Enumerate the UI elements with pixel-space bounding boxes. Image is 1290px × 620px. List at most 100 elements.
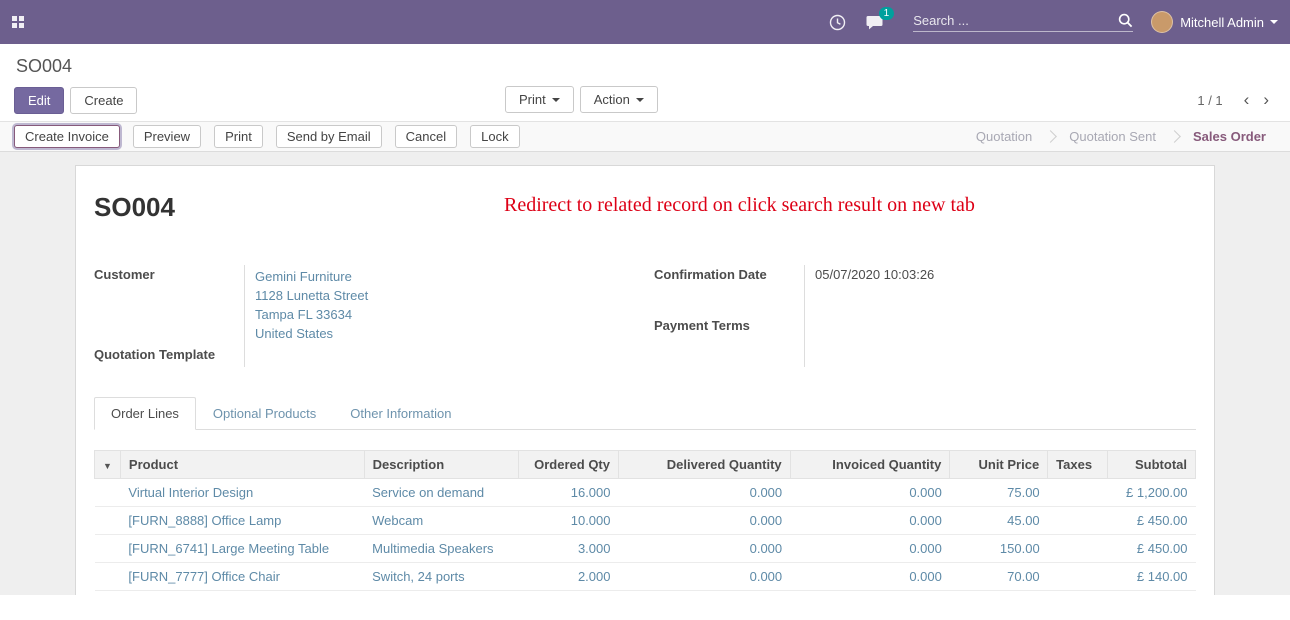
cell-product[interactable]: [FURN_7777] Office Chair (120, 563, 364, 591)
cell-taxes[interactable] (1048, 479, 1108, 507)
cell-product[interactable]: [FURN_6741] Large Meeting Table (120, 535, 364, 563)
notebook-tabs: Order Lines Optional Products Other Info… (94, 397, 1196, 430)
print-dropdown-button[interactable]: Print (505, 86, 574, 113)
user-name: Mitchell Admin (1180, 15, 1264, 30)
cell-invoiced_qty[interactable]: 0.000 (790, 479, 950, 507)
create-invoice-button[interactable]: Create Invoice (14, 125, 120, 148)
customer-street[interactable]: 1128 Lunetta Street (255, 286, 636, 305)
cell-delivered_qty[interactable]: 0.000 (619, 479, 791, 507)
order-line-row[interactable]: [FURN_6741] Large Meeting TableMultimedi… (95, 535, 1196, 563)
print-button[interactable]: Print (214, 125, 263, 148)
header-subtotal[interactable]: Subtotal (1108, 451, 1196, 479)
customer-name-link[interactable]: Gemini Furniture (255, 267, 636, 286)
cell-taxes[interactable] (1048, 507, 1108, 535)
order-line-row[interactable]: [FURN_7777] Office ChairSwitch, 24 ports… (95, 563, 1196, 591)
confirmation-date-value: 05/07/2020 10:03:26 (804, 265, 1196, 316)
quotation-template-value[interactable] (244, 345, 636, 367)
create-button[interactable]: Create (70, 87, 137, 114)
status-quotation[interactable]: Quotation (960, 129, 1048, 144)
cell-product[interactable]: Virtual Interior Design (120, 479, 364, 507)
customer-city[interactable]: Tampa FL 33634 (255, 305, 636, 324)
cell-subtotal[interactable]: £ 450.00 (1108, 507, 1196, 535)
apps-menu-icon[interactable] (12, 16, 24, 28)
messages-icon[interactable]: 1 (866, 14, 885, 31)
preview-button[interactable]: Preview (133, 125, 201, 148)
status-sales-order[interactable]: Sales Order (1177, 129, 1282, 144)
cell-subtotal[interactable]: £ 1,200.00 (1108, 479, 1196, 507)
global-search (913, 13, 1133, 32)
cell-product[interactable]: [FURN_8888] Office Lamp (120, 507, 364, 535)
payment-terms-value[interactable] (804, 316, 1196, 367)
cell-taxes[interactable] (1048, 535, 1108, 563)
cell-ordered_qty[interactable]: 2.000 (519, 563, 619, 591)
table-header-row: ▼ Product Description Ordered Qty Delive… (95, 451, 1196, 479)
cell-ordered_qty[interactable]: 16.000 (519, 479, 619, 507)
row-handle (95, 535, 121, 563)
cell-ordered_qty[interactable]: 3.000 (519, 535, 619, 563)
search-input[interactable] (913, 13, 1118, 28)
annotation-text: Redirect to related record on click sear… (504, 194, 975, 217)
print-label: Print (519, 92, 546, 107)
header-delivered-qty[interactable]: Delivered Quantity (619, 451, 791, 479)
order-line-row[interactable]: Virtual Interior DesignService on demand… (95, 479, 1196, 507)
header-ordered-qty[interactable]: Ordered Qty (519, 451, 619, 479)
cell-ordered_qty[interactable]: 10.000 (519, 507, 619, 535)
field-group-left: Customer Gemini Furniture 1128 Lunetta S… (94, 265, 636, 367)
order-lines-body: Virtual Interior DesignService on demand… (95, 479, 1196, 591)
content-area: SO004 Redirect to related record on clic… (0, 152, 1290, 595)
cell-subtotal[interactable]: £ 140.00 (1108, 563, 1196, 591)
field-group-right: Confirmation Date 05/07/2020 10:03:26 Pa… (654, 265, 1196, 367)
pager-previous-button[interactable]: ‹ (1237, 90, 1257, 110)
cell-delivered_qty[interactable]: 0.000 (619, 535, 791, 563)
cell-subtotal[interactable]: £ 450.00 (1108, 535, 1196, 563)
cell-delivered_qty[interactable]: 0.000 (619, 507, 791, 535)
cell-unit_price[interactable]: 70.00 (950, 563, 1048, 591)
messages-badge: 1 (879, 7, 895, 20)
header-product[interactable]: Product (120, 451, 364, 479)
chevron-down-icon (1270, 20, 1278, 24)
customer-value: Gemini Furniture 1128 Lunetta Street Tam… (244, 265, 636, 345)
pager-next-button[interactable]: › (1256, 90, 1276, 110)
header-unit-price[interactable]: Unit Price (950, 451, 1048, 479)
customer-country[interactable]: United States (255, 324, 636, 343)
cell-invoiced_qty[interactable]: 0.000 (790, 507, 950, 535)
tab-other-information[interactable]: Other Information (333, 397, 468, 430)
cell-unit_price[interactable]: 45.00 (950, 507, 1048, 535)
quotation-template-label: Quotation Template (94, 345, 244, 367)
cell-unit_price[interactable]: 150.00 (950, 535, 1048, 563)
field-groups: Customer Gemini Furniture 1128 Lunetta S… (94, 265, 1196, 367)
cell-description[interactable]: Service on demand (364, 479, 518, 507)
center-actions: Print Action (505, 86, 658, 113)
pager-count: 1 / 1 (1197, 93, 1222, 108)
cancel-button[interactable]: Cancel (395, 125, 457, 148)
user-menu[interactable]: Mitchell Admin (1151, 11, 1278, 33)
cell-description[interactable]: Multimedia Speakers (364, 535, 518, 563)
row-handle (95, 507, 121, 535)
cell-description[interactable]: Webcam (364, 507, 518, 535)
edit-button[interactable]: Edit (14, 87, 64, 114)
tab-optional-products[interactable]: Optional Products (196, 397, 333, 430)
cell-invoiced_qty[interactable]: 0.000 (790, 535, 950, 563)
user-avatar (1151, 11, 1173, 33)
breadcrumb[interactable]: SO004 (16, 56, 72, 76)
header-invoiced-qty[interactable]: Invoiced Quantity (790, 451, 950, 479)
lock-button[interactable]: Lock (470, 125, 519, 148)
send-by-email-button[interactable]: Send by Email (276, 125, 382, 148)
cell-taxes[interactable] (1048, 563, 1108, 591)
cell-description[interactable]: Switch, 24 ports (364, 563, 518, 591)
action-dropdown-button[interactable]: Action (580, 86, 658, 113)
search-icon[interactable] (1118, 13, 1133, 28)
header-taxes[interactable]: Taxes (1048, 451, 1108, 479)
cell-unit_price[interactable]: 75.00 (950, 479, 1048, 507)
tab-order-lines[interactable]: Order Lines (94, 397, 196, 430)
column-toggle-header[interactable]: ▼ (95, 451, 121, 479)
cell-invoiced_qty[interactable]: 0.000 (790, 563, 950, 591)
breadcrumb-row: SO004 (0, 44, 1290, 79)
activities-clock-icon[interactable] (829, 14, 846, 31)
header-description[interactable]: Description (364, 451, 518, 479)
order-line-row[interactable]: [FURN_8888] Office LampWebcam10.0000.000… (95, 507, 1196, 535)
confirmation-date-label: Confirmation Date (654, 265, 804, 316)
cell-delivered_qty[interactable]: 0.000 (619, 563, 791, 591)
status-quotation-sent[interactable]: Quotation Sent (1053, 129, 1172, 144)
row-handle (95, 563, 121, 591)
